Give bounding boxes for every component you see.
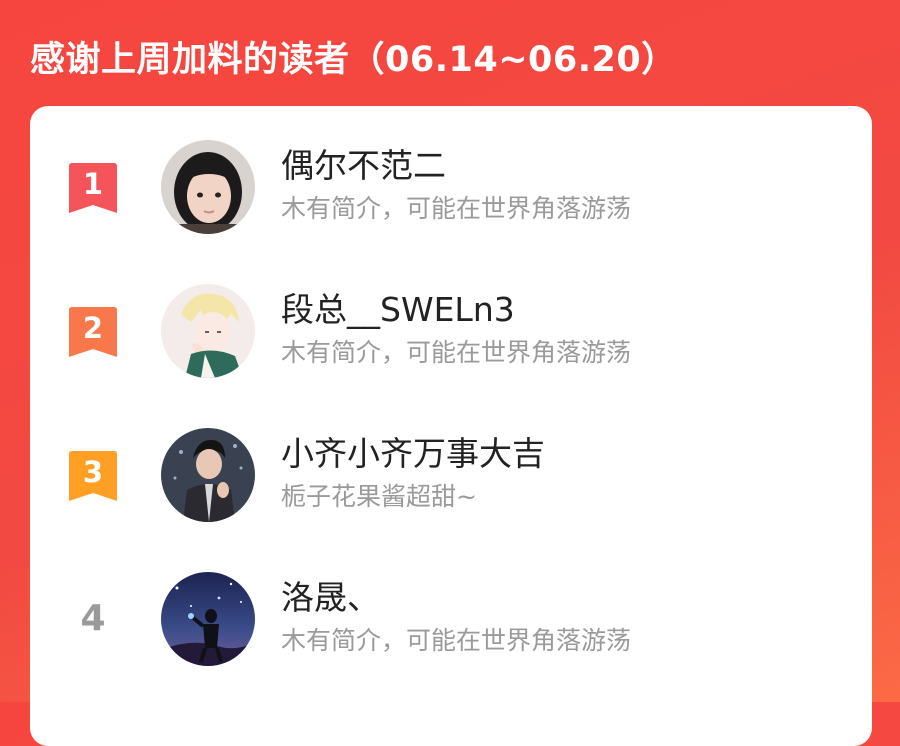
avatar[interactable] [161,572,255,666]
reader-name[interactable]: 偶尔不范二 [281,144,851,188]
reader-row[interactable]: 2 段总__SWELn3 木有简介，可能在世界角落游荡 [30,280,872,380]
girl-portrait-icon [161,140,255,234]
reader-bio: 栀子花果酱超甜~ [281,482,477,511]
rank-ribbon-icon: 1 [69,163,117,213]
reader-name[interactable]: 洛晟、 [281,576,851,620]
rank-number: 3 [82,455,104,489]
reader-name[interactable]: 小齐小齐万事大吉 [281,432,851,476]
night-sky-figure-icon [161,572,255,666]
reader-bio: 木有简介，可能在世界角落游荡 [281,338,632,367]
reader-row[interactable]: 1 偶尔不范二 木有简介，可能在世界角落游荡 [30,136,872,236]
avatar[interactable] [161,140,255,234]
reader-bio: 木有简介，可能在世界角落游荡 [281,626,632,655]
anime-boy-icon [161,284,255,378]
avatar[interactable] [161,428,255,522]
reader-bio: 木有简介，可能在世界角落游荡 [281,194,632,223]
page-title: 感谢上周加料的读者（06.14~06.20） [30,40,677,80]
reader-ranking-card: 1 偶尔不范二 木有简介，可能在世界角落游荡 2 段总__SWELn3 木有简介… [30,106,872,746]
rank-number: 2 [82,311,104,345]
reader-row[interactable]: 4 洛晟、 木有简介，可能在世界角落游荡 [30,568,872,668]
rank-ribbon-icon: 3 [69,451,117,501]
man-in-suit-icon [161,428,255,522]
rank-ribbon-icon: 2 [69,307,117,357]
rank-number: 4 [80,598,106,639]
reader-name[interactable]: 段总__SWELn3 [281,288,851,332]
rank-number: 1 [82,167,104,201]
avatar[interactable] [161,284,255,378]
reader-row[interactable]: 3 小齐小齐万事大吉 栀子花果酱超甜~ [30,424,872,524]
